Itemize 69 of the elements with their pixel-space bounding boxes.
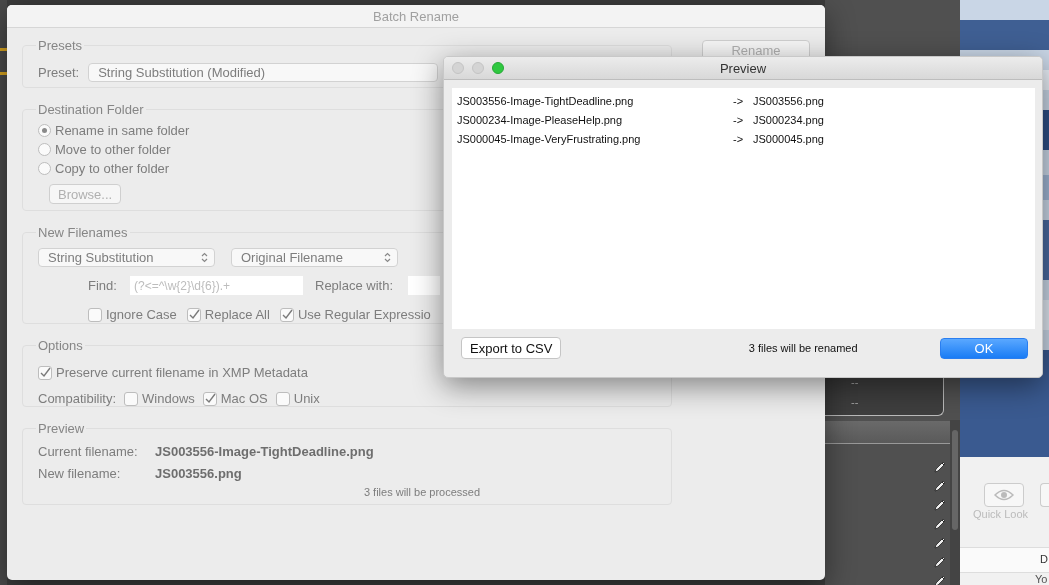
quick-look-button[interactable] bbox=[984, 483, 1024, 507]
pen-icon[interactable] bbox=[933, 555, 947, 569]
pen-icon[interactable] bbox=[933, 517, 947, 531]
new-filename: JS003556.png bbox=[155, 466, 243, 481]
preset-dropdown[interactable]: String Substitution (Modified) bbox=[88, 63, 439, 82]
field-label: Compatibility: bbox=[38, 391, 117, 406]
field-label: New filename: bbox=[38, 466, 122, 481]
checkbox-label: Replace All bbox=[204, 307, 270, 322]
checkbox[interactable] bbox=[38, 365, 52, 380]
ok-button[interactable]: OK bbox=[940, 337, 1028, 359]
group-heading: New Filenames bbox=[37, 225, 129, 240]
eye-icon bbox=[994, 489, 1014, 501]
export-button[interactable]: Export to CSV bbox=[461, 337, 562, 359]
table-cell: Yo bbox=[1035, 573, 1048, 585]
pen-icon[interactable] bbox=[933, 498, 947, 512]
checkbox-label: Unix bbox=[293, 391, 320, 406]
group-heading: Presets bbox=[37, 38, 84, 53]
pen-icon[interactable] bbox=[933, 460, 947, 474]
field-label: Find: bbox=[88, 278, 118, 293]
new-filename: JS000045.png bbox=[753, 132, 825, 145]
radio-button[interactable] bbox=[38, 124, 51, 137]
checkbox-label: Ignore Case bbox=[106, 307, 177, 322]
radio-button[interactable] bbox=[38, 143, 51, 156]
column-header[interactable]: D bbox=[1040, 553, 1048, 565]
new-filename: JS000234.png bbox=[753, 113, 825, 126]
scrollbar[interactable] bbox=[950, 420, 960, 585]
checkbox-label: Mac OS bbox=[220, 391, 268, 406]
field-label: Current filename: bbox=[38, 444, 139, 459]
method-dropdown[interactable]: String Substitution bbox=[38, 248, 215, 267]
arrow-text: -> bbox=[733, 113, 745, 126]
checkbox[interactable] bbox=[202, 391, 217, 406]
pen-icon[interactable] bbox=[933, 574, 947, 585]
replace-field[interactable] bbox=[408, 276, 440, 295]
status-text: 3 files will be renamed bbox=[748, 342, 858, 354]
arrow-text: -> bbox=[733, 132, 745, 145]
field-label: Replace with: bbox=[315, 278, 395, 293]
source-dropdown[interactable]: Original Filename bbox=[231, 248, 398, 267]
new-filename: JS003556.png bbox=[753, 94, 825, 107]
zoom-button[interactable] bbox=[492, 62, 504, 74]
chevron-icon bbox=[384, 252, 391, 263]
original-filename: JS000045-Image-VeryFrustrating.png bbox=[457, 132, 642, 145]
radio-label: Move to other folder bbox=[55, 142, 171, 157]
checkbox-label: Windows bbox=[142, 391, 195, 406]
radio-button[interactable] bbox=[38, 162, 51, 175]
group-heading: Options bbox=[37, 338, 84, 353]
checkbox[interactable] bbox=[279, 307, 294, 322]
pen-icon[interactable] bbox=[933, 479, 947, 493]
window-title: Preview bbox=[719, 60, 767, 76]
original-filename: JS000234-Image-PleaseHelp.png bbox=[457, 113, 624, 126]
radio-label: Copy to other folder bbox=[55, 161, 170, 176]
checkbox[interactable] bbox=[275, 391, 290, 406]
checkbox[interactable] bbox=[186, 307, 201, 322]
checkbox-label: Use Regular Expressio bbox=[297, 307, 431, 322]
checkbox-label: Preserve current filename in XMP Metadata bbox=[56, 365, 308, 380]
arrow-text: -> bbox=[733, 94, 745, 107]
radio-label: Rename in same folder bbox=[55, 123, 190, 138]
pen-icon[interactable] bbox=[933, 536, 947, 550]
field-label: Preset: bbox=[38, 65, 80, 80]
metadata-value: -- bbox=[851, 376, 859, 388]
chevron-icon bbox=[201, 252, 208, 263]
checkbox[interactable] bbox=[124, 391, 139, 406]
checkbox[interactable] bbox=[88, 307, 102, 322]
status-text: 3 files will be processed bbox=[363, 486, 481, 498]
window-title: Batch Rename bbox=[373, 8, 459, 24]
group-heading: Preview bbox=[37, 421, 86, 436]
metadata-value: -- bbox=[851, 396, 859, 408]
original-filename: JS003556-Image-TightDeadline.png bbox=[457, 94, 635, 107]
group-heading: Destination Folder bbox=[37, 102, 145, 117]
current-filename: JS003556-Image-TightDeadline.png bbox=[155, 444, 375, 459]
